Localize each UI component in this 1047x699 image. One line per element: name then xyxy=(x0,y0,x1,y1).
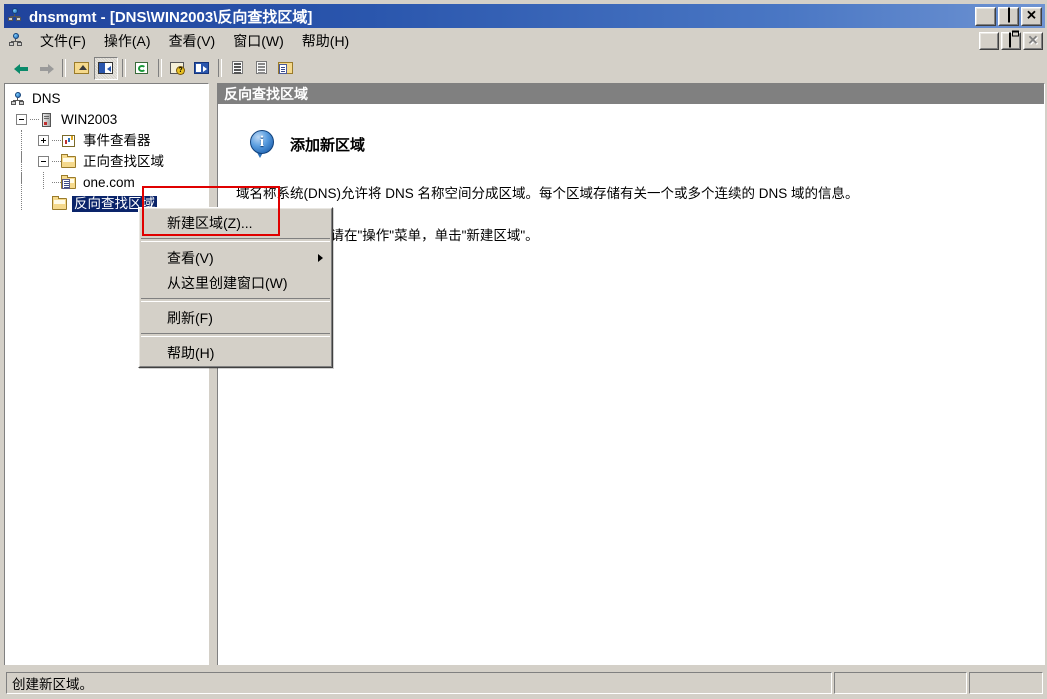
submenu-arrow-icon xyxy=(318,253,323,262)
mdi-client-area: DNS WIN2003 事件查看器 正向查找区域 one.com 反向查找区域 … xyxy=(4,83,1045,667)
arrow-left-icon xyxy=(13,60,31,76)
tree-connector xyxy=(52,177,61,188)
add-new-zone-heading-row: i 添加新区域 xyxy=(250,130,1026,158)
tree-connector xyxy=(52,135,61,146)
properties-icon xyxy=(193,60,211,76)
toolbar: ? xyxy=(4,54,1045,82)
context-menu-separator xyxy=(141,298,330,302)
folder-icon xyxy=(61,154,77,169)
folder-icon xyxy=(52,196,68,211)
list-icon xyxy=(229,60,247,76)
zone-folder-icon xyxy=(61,175,77,190)
menu-view[interactable]: 查看(V) xyxy=(160,29,225,53)
server-icon xyxy=(39,112,55,127)
status-panel-3 xyxy=(969,672,1043,694)
toolbar-separator xyxy=(122,59,126,77)
maximize-button[interactable] xyxy=(998,6,1019,26)
page-title: 添加新区域 xyxy=(290,136,366,154)
up-folder-icon xyxy=(73,60,91,76)
show-hide-tree-button[interactable] xyxy=(94,56,118,80)
event-viewer-icon xyxy=(61,133,77,148)
detail-view-button[interactable] xyxy=(250,57,274,80)
collapse-toggle[interactable] xyxy=(38,156,49,167)
tree-node-dns[interactable]: DNS xyxy=(5,88,208,109)
help-icon: ? xyxy=(169,60,187,76)
tree-connector xyxy=(30,114,39,125)
expand-toggle[interactable] xyxy=(38,135,49,146)
properties-button[interactable] xyxy=(190,57,214,80)
forward-button[interactable] xyxy=(34,57,58,80)
tree-node-label: 事件查看器 xyxy=(83,132,151,148)
results-pane-body: i 添加新区域 域名称系统(DNS)允许将 DNS 名称空间分成区域。每个区域存… xyxy=(218,104,1044,247)
context-menu-separator xyxy=(141,333,330,337)
dns-console-icon xyxy=(7,7,25,25)
console-tree-pane[interactable]: DNS WIN2003 事件查看器 正向查找区域 one.com 反向查找区域 xyxy=(4,83,209,667)
pane-splitter[interactable] xyxy=(209,83,217,667)
tree-node-label: WIN2003 xyxy=(61,111,118,127)
context-menu-separator xyxy=(141,238,330,242)
mdi-close-button: ✕ xyxy=(1023,32,1043,50)
toolbar-separator xyxy=(62,59,66,77)
results-pane: 反向查找区域 i 添加新区域 域名称系统(DNS)允许将 DNS 名称空间分成区… xyxy=(217,83,1045,667)
menu-help[interactable]: 帮助(H) xyxy=(293,29,358,53)
mdi-minimize-button[interactable] xyxy=(979,32,999,50)
close-button[interactable]: ✕ xyxy=(1021,6,1042,26)
tree-node-label: 正向查找区域 xyxy=(83,153,164,169)
results-pane-header: 反向查找区域 xyxy=(218,84,1044,104)
toolbar-separator xyxy=(158,59,162,77)
help-button[interactable]: ? xyxy=(166,57,190,80)
ctx-item-label: 查看(V) xyxy=(167,249,214,266)
refresh-icon xyxy=(133,60,151,76)
ctx-refresh[interactable]: 刷新(F) xyxy=(139,305,332,330)
ctx-view[interactable]: 查看(V) xyxy=(139,245,332,270)
mdi-child-controls: ✕ xyxy=(979,32,1043,50)
dns-root-icon xyxy=(10,91,26,106)
tree-node-one-com[interactable]: one.com xyxy=(5,171,208,204)
window-controls: ✕ xyxy=(975,6,1042,26)
title-bar: dnsmgmt - [DNS\WIN2003\反向查找区域] ✕ xyxy=(4,4,1045,28)
menu-action[interactable]: 操作(A) xyxy=(95,29,160,53)
tree-node-forward-lookup-zones[interactable]: 正向查找区域 xyxy=(5,150,208,183)
status-message: 创建新区域。 xyxy=(6,672,832,694)
ctx-item-label: 刷新(F) xyxy=(167,309,213,326)
menu-window[interactable]: 窗口(W) xyxy=(224,29,293,53)
info-icon: i xyxy=(250,130,276,158)
ctx-item-label: 新建区域(Z)... xyxy=(167,214,253,231)
ctx-help[interactable]: 帮助(H) xyxy=(139,340,332,365)
detail-list-icon xyxy=(253,60,271,76)
ctx-new-zone[interactable]: 新建区域(Z)... xyxy=(139,210,332,235)
console-tree-icon xyxy=(97,60,115,76)
ctx-item-label: 帮助(H) xyxy=(167,344,215,361)
back-button[interactable] xyxy=(10,57,34,80)
console-tree: DNS WIN2003 事件查看器 正向查找区域 one.com 反向查找区域 xyxy=(5,84,208,214)
ctx-item-label: 从这里创建窗口(W) xyxy=(167,274,288,291)
ctx-new-window-from-here[interactable]: 从这里创建窗口(W) xyxy=(139,270,332,295)
menu-items: 文件(F) 操作(A) 查看(V) 窗口(W) 帮助(H) xyxy=(31,29,979,53)
description-paragraph-1: 域名称系统(DNS)允许将 DNS 名称空间分成区域。每个区域存储有关一个或多个… xyxy=(236,186,859,201)
mdi-restore-button[interactable] xyxy=(1001,32,1021,50)
export-list-button[interactable] xyxy=(274,57,298,80)
tree-node-win2003[interactable]: WIN2003 xyxy=(5,109,208,130)
menu-file[interactable]: 文件(F) xyxy=(31,29,95,53)
minimize-button[interactable] xyxy=(975,6,996,26)
collapse-toggle[interactable] xyxy=(16,114,27,125)
list-view-button[interactable] xyxy=(226,57,250,80)
menu-bar: 文件(F) 操作(A) 查看(V) 窗口(W) 帮助(H) ✕ xyxy=(4,29,1045,53)
dns-console-icon xyxy=(8,32,26,50)
tree-node-label: DNS xyxy=(32,90,61,106)
description-paragraph-2: 要添加新区域，请在"操作"菜单，单击"新建区域"。 xyxy=(236,228,539,244)
folder-document-icon xyxy=(277,60,295,76)
context-menu: 新建区域(Z)... 查看(V) 从这里创建窗口(W) 刷新(F) 帮助(H) xyxy=(138,207,333,368)
arrow-right-icon xyxy=(37,60,55,76)
status-panel-2 xyxy=(834,672,967,694)
status-bar: 创建新区域。 xyxy=(4,669,1045,697)
up-one-level-button[interactable] xyxy=(70,57,94,80)
window-title: dnsmgmt - [DNS\WIN2003\反向查找区域] xyxy=(29,8,313,26)
tree-node-event-viewer[interactable]: 事件查看器 xyxy=(5,129,208,162)
tree-connector xyxy=(52,156,61,167)
refresh-button[interactable] xyxy=(130,57,154,80)
dns-manager-window: dnsmgmt - [DNS\WIN2003\反向查找区域] ✕ 文件(F) 操… xyxy=(0,0,1047,699)
tree-node-label: one.com xyxy=(83,174,135,190)
toolbar-separator xyxy=(218,59,222,77)
